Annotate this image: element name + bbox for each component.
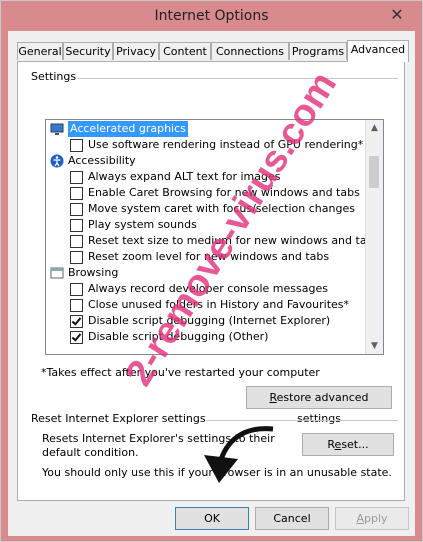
browsing-icon [50, 266, 64, 280]
settings-group-divider [78, 78, 398, 79]
setting-disable-script-debugging-other[interactable]: Disable script debugging (Other) [46, 329, 364, 345]
category-label: Accelerated graphics [68, 121, 188, 137]
setting-reset-text-size-to-medium-for-new-window[interactable]: Reset text size to medium for new window… [46, 233, 379, 249]
setting-checkbox[interactable] [70, 315, 83, 328]
setting-move-system-caret-with-focus-selection-c[interactable]: Move system caret with focus/selection c… [46, 201, 364, 217]
setting-label: Reset text size to medium for new window… [88, 234, 380, 247]
reset-warning: You should only use this if your browser… [42, 466, 392, 479]
setting-always-expand-alt-text-for-images[interactable]: Always expand ALT text for images [46, 169, 364, 185]
advanced-panel: Settings Disable script debugging (Other… [17, 61, 405, 501]
setting-checkbox[interactable] [70, 203, 83, 216]
setting-label: Move system caret with focus/selection c… [88, 202, 355, 215]
tab-advanced[interactable]: Advanced [347, 40, 409, 62]
setting-use-software-rendering-instead-of-gpu-re[interactable]: Use software rendering instead of GPU re… [46, 137, 364, 153]
window-title: Internet Options [154, 8, 269, 24]
setting-checkbox[interactable] [70, 299, 83, 312]
cancel-button[interactable]: Cancel [255, 507, 329, 530]
category-label: Accessibility [68, 154, 136, 167]
reset-button[interactable]: Reset... [302, 433, 394, 456]
tab-connections[interactable]: Connections [211, 42, 289, 60]
setting-checkbox[interactable] [70, 171, 83, 184]
setting-label: Use software rendering instead of GPU re… [88, 138, 364, 151]
setting-disable-script-debugging-internet-explor[interactable]: Disable script debugging (Internet Explo… [46, 313, 364, 329]
setting-checkbox[interactable] [70, 139, 83, 152]
monitor-icon [50, 122, 64, 136]
setting-checkbox[interactable] [70, 283, 83, 296]
tab-security[interactable]: Security [63, 42, 113, 60]
ok-button[interactable]: OK [175, 507, 249, 530]
apply-button[interactable]: Apply [335, 507, 409, 530]
settings-group-label: Settings [31, 70, 77, 83]
setting-close-unused-folders-in-history-and-favo[interactable]: Close unused folders in History and Favo… [46, 297, 364, 313]
setting-play-system-sounds[interactable]: Play system sounds [46, 217, 364, 233]
tab-content[interactable]: Content [159, 42, 211, 60]
reset-group-label: Reset Internet Explorer settings [31, 412, 206, 425]
restore-advanced-settings-button[interactable]: Restore advanced settings [246, 386, 392, 425]
setting-label: Always expand ALT text for images [88, 170, 281, 183]
setting-label: Always record developer console messages [88, 282, 328, 295]
setting-label: Disable script debugging (Other) [88, 330, 269, 343]
setting-label: Disable script debugging (Internet Explo… [88, 314, 331, 327]
internet-options-window: Internet Options ✕ General Security Priv… [0, 0, 423, 542]
setting-enable-caret-browsing-for-new-windows-an[interactable]: Enable Caret Browsing for new windows an… [46, 185, 364, 201]
close-icon[interactable]: ✕ [386, 6, 408, 24]
tab-privacy[interactable]: Privacy [113, 42, 159, 60]
setting-label: Enable Caret Browsing for new windows an… [88, 186, 360, 199]
scroll-up-icon[interactable]: ▲ [366, 120, 383, 136]
restart-note: *Takes effect after you've restarted you… [41, 366, 320, 379]
settings-listbox[interactable]: Disable script debugging (Other) Disable … [45, 119, 384, 355]
settings-scrollbar[interactable]: ▲ ▼ [365, 120, 383, 354]
setting-checkbox[interactable] [70, 219, 83, 232]
scroll-down-icon[interactable]: ▼ [366, 338, 383, 354]
setting-label: Reset zoom level for new windows and tab… [88, 250, 330, 263]
scroll-thumb[interactable] [369, 156, 379, 188]
tab-general[interactable]: General [17, 42, 63, 60]
category-label: Browsing [68, 266, 119, 279]
setting-checkbox[interactable] [70, 331, 83, 344]
setting-label: Close unused folders in History and Favo… [88, 298, 350, 311]
reset-group-divider [206, 420, 398, 421]
title-bar[interactable]: Internet Options ✕ [1, 1, 422, 31]
setting-always-record-developer-console-messages[interactable]: Always record developer console messages [46, 281, 364, 297]
dialog-client-area: General Security Privacy Content Connect… [8, 31, 415, 536]
reset-description: Resets Internet Explorer's settings to t… [42, 432, 275, 459]
setting-label: Play system sounds [88, 218, 197, 231]
setting-checkbox[interactable] [70, 235, 83, 248]
tab-programs[interactable]: Programs [289, 42, 347, 60]
accessibility-icon [50, 154, 64, 168]
setting-reset-zoom-level-for-new-windows-and-tab[interactable]: Reset zoom level for new windows and tab… [46, 249, 364, 265]
setting-checkbox[interactable] [70, 251, 83, 264]
setting-checkbox[interactable] [70, 187, 83, 200]
